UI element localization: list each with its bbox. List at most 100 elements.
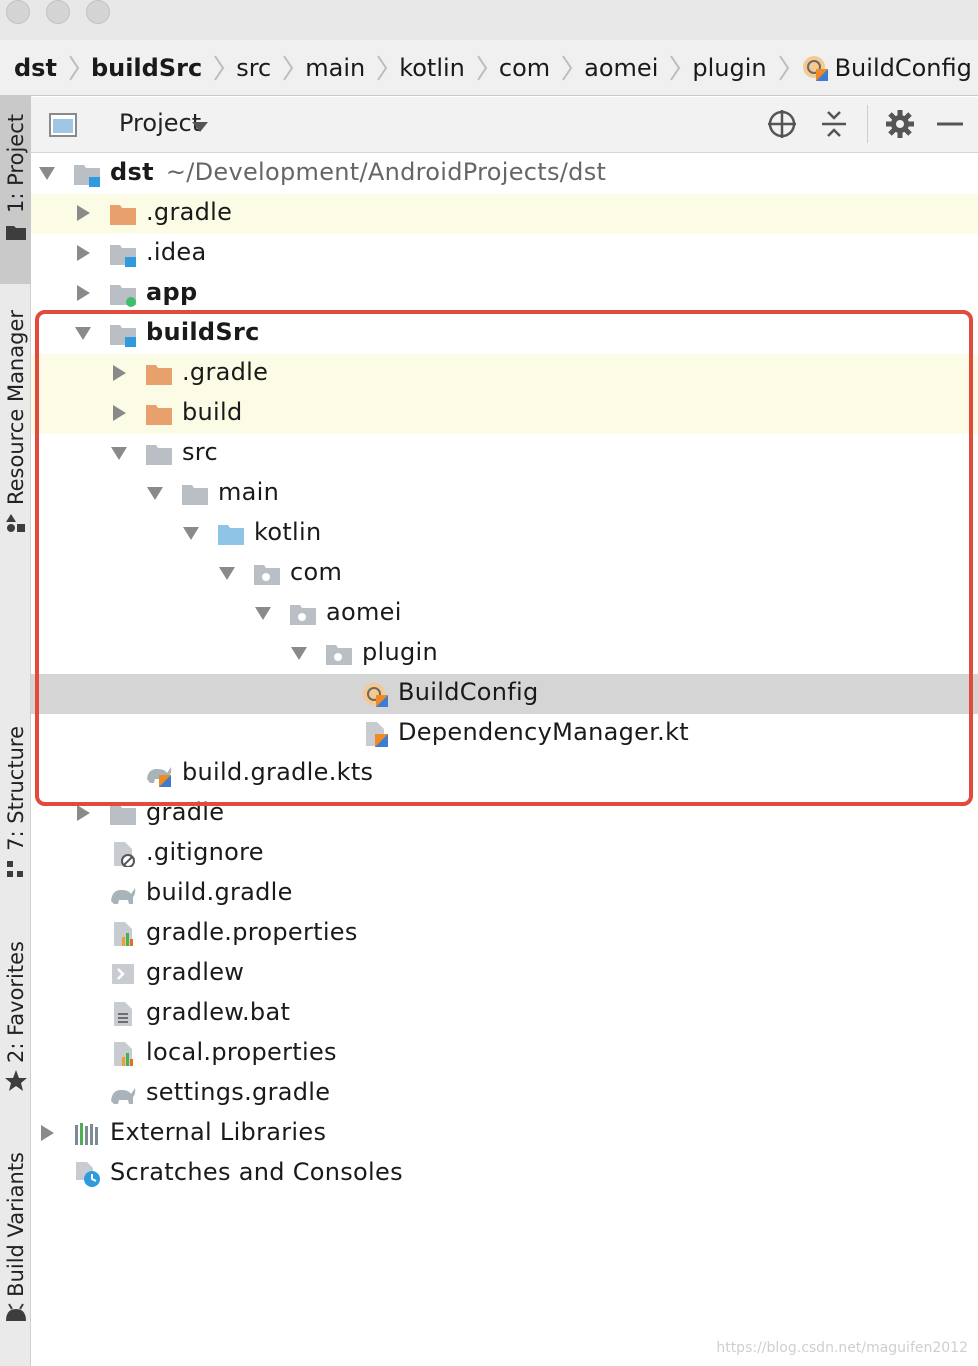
collapse-arrow-icon[interactable]: [110, 364, 128, 382]
breadcrumb-item[interactable]: kotlin: [399, 54, 465, 82]
expand-arrow-icon[interactable]: [254, 604, 272, 622]
tree-row[interactable]: gradlew: [31, 954, 978, 994]
breadcrumb-item[interactable]: com: [499, 54, 550, 82]
tab-project[interactable]: 1: Project: [0, 96, 31, 284]
tree-row[interactable]: aomei: [31, 594, 978, 634]
tree-row[interactable]: gradle: [31, 794, 978, 834]
tree-row[interactable]: .gitignore: [31, 834, 978, 874]
folder-module-icon: [110, 325, 136, 347]
tree-row[interactable]: src: [31, 434, 978, 474]
collapse-arrow-icon[interactable]: [74, 204, 92, 222]
tree-row[interactable]: kotlin: [31, 514, 978, 554]
folder-app-icon: [110, 285, 136, 307]
tree-item-label: app: [146, 278, 198, 306]
expand-arrow-icon[interactable]: [182, 524, 200, 542]
breadcrumb-item[interactable]: dst: [14, 54, 57, 82]
tree-row[interactable]: main: [31, 474, 978, 514]
tab-resource-manager[interactable]: Resource Manager: [0, 306, 31, 566]
tree-row[interactable]: DependencyManager.kt: [31, 714, 978, 754]
tree-item-label: kotlin: [254, 518, 322, 546]
folder-orange-icon: [146, 365, 172, 385]
folder-orange-icon: [110, 205, 136, 225]
gradle-kts-icon: [147, 767, 172, 787]
hide-panel-icon[interactable]: [933, 107, 967, 141]
tab-favorites[interactable]: 2: Favorites: [0, 941, 31, 1111]
breadcrumb-separator-icon: [670, 54, 681, 81]
chevron-down-icon[interactable]: [191, 121, 209, 133]
android-icon: [5, 1303, 26, 1321]
tree-item-label: .idea: [146, 238, 207, 266]
breadcrumb-item[interactable]: src: [236, 54, 271, 82]
tree-row[interactable]: .idea: [31, 234, 978, 274]
tree-item-label: .gradle: [146, 198, 233, 226]
kotlin-file-icon: [366, 722, 388, 747]
collapse-arrow-icon[interactable]: [110, 404, 128, 422]
package-icon: [326, 645, 352, 665]
breadcrumb-item[interactable]: BuildConfig: [801, 54, 972, 82]
breadcrumb-separator-icon: [778, 54, 789, 81]
collapse-all-icon[interactable]: [817, 107, 851, 141]
package-icon: [254, 565, 280, 585]
breadcrumb-item[interactable]: plugin: [692, 54, 766, 82]
gradle-icon: [111, 888, 136, 904]
expand-arrow-icon[interactable]: [290, 644, 308, 662]
tree-row[interactable]: External Libraries: [31, 1114, 978, 1154]
tree-root-row[interactable]: dst ~/Development/AndroidProjects/dst: [31, 154, 978, 194]
breadcrumb-separator-icon: [214, 54, 225, 81]
expand-arrow-icon[interactable]: [110, 444, 128, 462]
tree-row[interactable]: settings.gradle: [31, 1074, 978, 1114]
tree-row[interactable]: BuildConfig: [31, 674, 978, 714]
tree-row[interactable]: build.gradle.kts: [31, 754, 978, 794]
close-window-button[interactable]: [6, 0, 30, 24]
tool-window-strip: 1: Project Resource Manager 7: Structure…: [0, 96, 31, 1366]
project-view-selector[interactable]: Project: [119, 109, 201, 137]
zoom-window-button[interactable]: [86, 0, 110, 24]
title-bar: [0, 0, 978, 40]
tree-row[interactable]: .gradle: [31, 194, 978, 234]
minimize-window-button[interactable]: [46, 0, 70, 24]
tree-item-label: build.gradle.kts: [182, 758, 374, 786]
properties-file-icon: [114, 1042, 133, 1066]
expand-arrow-icon[interactable]: [38, 164, 56, 182]
tree-row[interactable]: gradle.properties: [31, 914, 978, 954]
tree-row[interactable]: build.gradle: [31, 874, 978, 914]
tree-row[interactable]: buildSrc: [31, 314, 978, 354]
tree-row[interactable]: gradlew.bat: [31, 994, 978, 1034]
project-panel-header: Project: [31, 97, 978, 153]
gear-icon[interactable]: [883, 107, 917, 141]
expand-arrow-icon[interactable]: [146, 484, 164, 502]
collapse-arrow-icon[interactable]: [74, 804, 92, 822]
breadcrumb-label: kotlin: [399, 53, 465, 82]
expand-arrow-icon[interactable]: [74, 324, 92, 342]
breadcrumb: dst buildSrc src main kotlin com aomei plugin Bu…: [0, 40, 978, 96]
tree-row[interactable]: local.properties: [31, 1034, 978, 1074]
breadcrumb-item[interactable]: aomei: [584, 54, 658, 82]
project-tree: dst ~/Development/AndroidProjects/dst .gr…: [31, 154, 978, 1366]
locate-target-icon[interactable]: [765, 107, 799, 141]
tree-row[interactable]: build: [31, 394, 978, 434]
breadcrumb-item[interactable]: main: [305, 54, 365, 82]
tree-row[interactable]: Scratches and Consoles: [31, 1154, 978, 1194]
tree-item-label: gradle: [146, 798, 225, 826]
collapse-arrow-icon[interactable]: [74, 284, 92, 302]
breadcrumb-label: plugin: [692, 53, 767, 82]
tree-item-label: main: [218, 478, 280, 506]
collapse-arrow-icon[interactable]: [38, 1124, 56, 1142]
tree-row[interactable]: com: [31, 554, 978, 594]
tree-item-label: External Libraries: [110, 1118, 327, 1146]
shell-script-icon: [112, 964, 134, 984]
tree-row[interactable]: app: [31, 274, 978, 314]
tree-item-label: aomei: [326, 598, 402, 626]
breadcrumb-label: src: [236, 53, 272, 82]
breadcrumb-item[interactable]: buildSrc: [91, 54, 202, 82]
expand-arrow-icon[interactable]: [218, 564, 236, 582]
tab-structure[interactable]: 7: Structure: [0, 726, 31, 896]
watermark: https://blog.csdn.net/maguifen2012: [716, 1340, 968, 1356]
tab-build-variants[interactable]: Build Variants: [0, 1152, 31, 1366]
root-path: ~/Development/AndroidProjects/dst: [165, 158, 607, 186]
star-icon: [4, 1069, 27, 1091]
tree-row[interactable]: .gradle: [31, 354, 978, 394]
tree-row[interactable]: plugin: [31, 634, 978, 674]
collapse-arrow-icon[interactable]: [74, 244, 92, 262]
breadcrumb-separator-icon: [477, 54, 488, 81]
